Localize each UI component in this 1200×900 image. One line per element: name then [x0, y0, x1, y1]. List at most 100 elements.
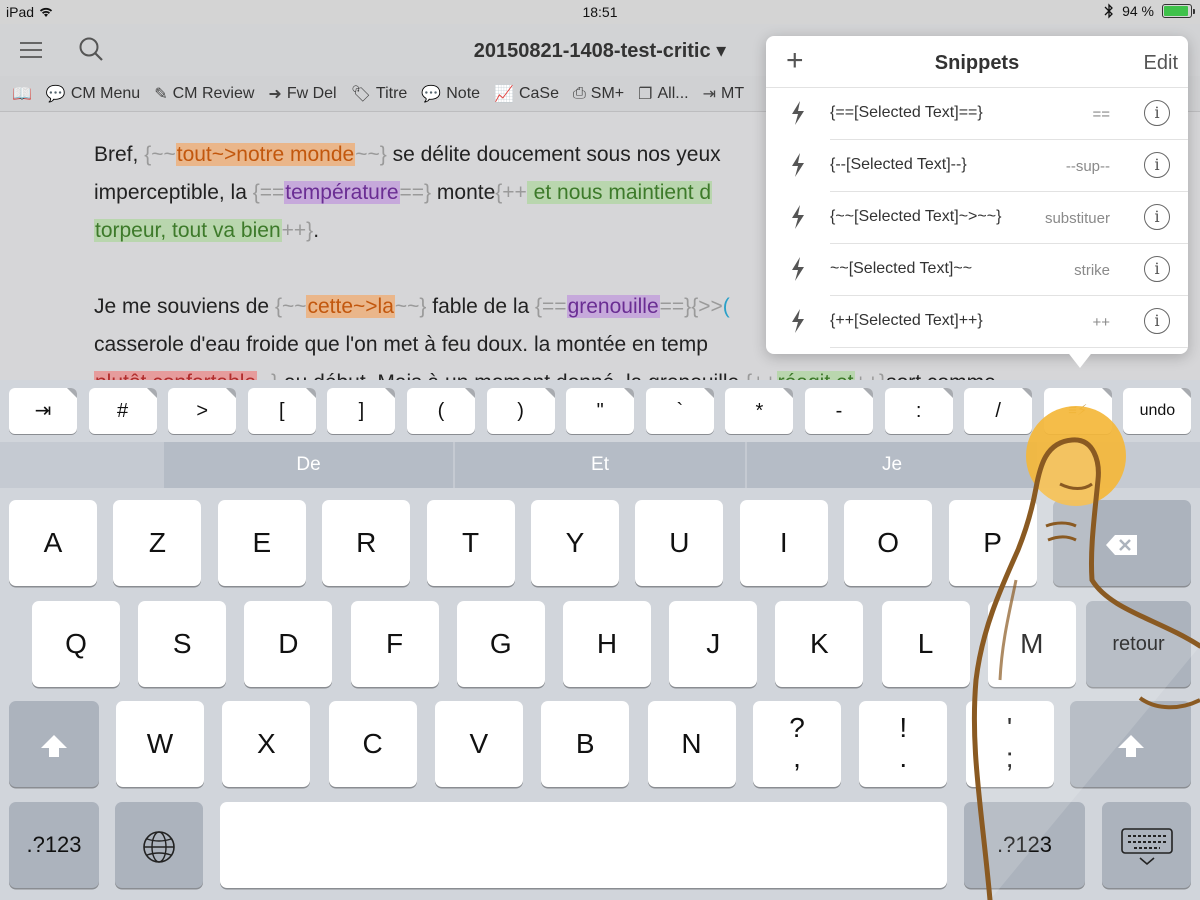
shift-key-left[interactable]: [9, 701, 99, 787]
info-icon[interactable]: i: [1144, 152, 1170, 178]
space-bar[interactable]: [220, 802, 947, 888]
key-m[interactable]: M: [987, 601, 1076, 687]
keyboard: ⇥ # >[]() " ` * -: / ≡⚡ undo De Et Je AZERTYUIOPQ…: [0, 380, 1200, 900]
clock: 18:51: [582, 4, 618, 20]
key-q[interactable]: Q: [32, 601, 120, 687]
toolbar-item[interactable]: 📖: [12, 84, 32, 104]
snippet-shortcut: strike: [1074, 262, 1110, 279]
note-icon: 💬: [421, 86, 442, 103]
numbers-key-left[interactable]: .?123: [9, 802, 99, 888]
snippets-title: Snippets: [934, 52, 1020, 74]
toolbar-item-label: MT: [721, 85, 745, 102]
snippet-shortcut: ==: [1092, 106, 1110, 123]
toolbar-item[interactable]: 📈 CaSe: [494, 84, 559, 104]
insertion-markup: et nous maintient d: [526, 181, 713, 204]
key-o[interactable]: O: [844, 500, 933, 586]
substitution-markup: tout~>notre monde: [175, 143, 356, 166]
key-d[interactable]: D: [244, 601, 333, 687]
substitution-markup: cette~>la: [306, 295, 395, 318]
toolbar-item[interactable]: ✎ CM Review: [154, 84, 254, 104]
chart-icon: 📈: [494, 86, 514, 103]
toolbar-item[interactable]: 💬 Note: [421, 84, 480, 104]
snippet-text: {==[Selected Text]==}: [830, 104, 983, 121]
key-y[interactable]: Y: [531, 500, 619, 586]
edit-button[interactable]: Edit: [1144, 52, 1178, 75]
snippet-row[interactable]: {++[Selected Text]++} ++ i: [766, 296, 1188, 348]
key-a[interactable]: A: [9, 500, 97, 586]
lightning-icon: [792, 101, 804, 125]
key-c[interactable]: C: [328, 701, 417, 787]
lightning-icon: [792, 257, 804, 281]
key-bottom-char: ,: [793, 742, 801, 773]
bluetooth-icon: [1104, 3, 1113, 19]
snippet-row[interactable]: {~~[Selected Text]~>~~} substituer i: [766, 192, 1188, 244]
return-key[interactable]: retour: [1086, 601, 1191, 687]
info-icon[interactable]: i: [1144, 100, 1170, 126]
status-right: 94 %: [1104, 3, 1195, 19]
snippets-popover: + Snippets Edit {==[Selected Text]==} == i…: [766, 36, 1188, 354]
key-punctuation[interactable]: !.: [859, 701, 948, 787]
toolbar-item[interactable]: ➜ Fw Del: [268, 84, 336, 104]
snippets-header: + Snippets Edit: [766, 36, 1188, 88]
snippet-row[interactable]: {==[Selected Text]==} == i: [766, 88, 1188, 140]
snippet-shortcut: --sup--: [1065, 158, 1110, 175]
info-icon[interactable]: i: [1144, 204, 1170, 230]
globe-key[interactable]: [115, 802, 203, 888]
toolbar-item[interactable]: 💬 CM Menu: [46, 84, 140, 104]
battery-percent: 94 %: [1122, 3, 1154, 19]
key-h[interactable]: H: [563, 601, 651, 687]
numbers-key-right[interactable]: .?123: [964, 802, 1085, 888]
toolbar-item[interactable]: ❐ All...: [638, 84, 688, 104]
backspace-icon: [1106, 534, 1137, 555]
hide-keyboard-key[interactable]: [1102, 802, 1191, 888]
snippet-row[interactable]: ~~[Selected Text]~~ strike i: [766, 244, 1188, 296]
key-i[interactable]: I: [739, 500, 828, 586]
key-g[interactable]: G: [456, 601, 545, 687]
info-icon[interactable]: i: [1144, 256, 1170, 282]
key-n[interactable]: N: [647, 701, 736, 787]
key-t[interactable]: T: [426, 500, 515, 586]
shift-key-right[interactable]: [1070, 701, 1191, 787]
backspace-key[interactable]: [1053, 500, 1191, 586]
key-k[interactable]: K: [775, 601, 864, 687]
key-f[interactable]: F: [350, 601, 439, 687]
key-v[interactable]: V: [434, 701, 523, 787]
pencil-icon: ✎: [154, 86, 168, 103]
toolbar-item[interactable]: 🏷 Titre: [351, 84, 408, 104]
globe-icon: [143, 830, 175, 863]
popover-arrow: [1066, 350, 1094, 368]
key-punctuation[interactable]: ';: [965, 701, 1054, 787]
toolbar-item-label: CaSe: [518, 85, 559, 102]
key-j[interactable]: J: [669, 601, 758, 687]
key-w[interactable]: W: [116, 701, 204, 787]
printer-icon: ⎙: [572, 85, 586, 102]
key-e[interactable]: E: [217, 500, 306, 586]
toolbar-item[interactable]: ⎙ SM+: [573, 84, 624, 104]
toolbar-items: 📖 💬 CM Menu ✎ CM Review ➜ Fw Del 🏷 Titre 💬 Note 📈 Ca…: [12, 84, 744, 104]
key-p[interactable]: P: [948, 500, 1037, 586]
snippet-text: ~~[Selected Text]~~: [830, 260, 973, 277]
info-icon[interactable]: i: [1144, 308, 1170, 334]
export-icon: ⇥: [702, 86, 717, 103]
key-punctuation[interactable]: ?,: [753, 701, 841, 787]
key-x[interactable]: X: [222, 701, 311, 787]
snippet-shortcut: ++: [1092, 314, 1110, 331]
key-z[interactable]: Z: [113, 500, 202, 586]
status-bar: iPad 18:51 94 %: [0, 0, 1200, 24]
snippet-shortcut: substituer: [1044, 210, 1110, 227]
keyboard-hide-icon: [1120, 827, 1173, 865]
key-u[interactable]: U: [635, 500, 724, 586]
key-l[interactable]: L: [881, 601, 970, 687]
toolbar-item-label: All...: [657, 85, 689, 102]
toolbar-item-label: Titre: [375, 85, 408, 102]
snippet-row[interactable]: {--[Selected Text]--} --sup-- i: [766, 140, 1188, 192]
highlight-markup: grenouille: [566, 295, 660, 318]
book-icon: 📖: [12, 86, 32, 103]
toolbar-item[interactable]: ⇥ MT: [703, 84, 745, 104]
toolbar-item-label: CM Review: [172, 85, 255, 102]
key-r[interactable]: R: [322, 500, 411, 586]
key-b[interactable]: B: [541, 701, 630, 787]
toolbar-item-label: CM Menu: [70, 85, 141, 102]
shift-icon: [1117, 734, 1144, 757]
key-s[interactable]: S: [138, 601, 227, 687]
